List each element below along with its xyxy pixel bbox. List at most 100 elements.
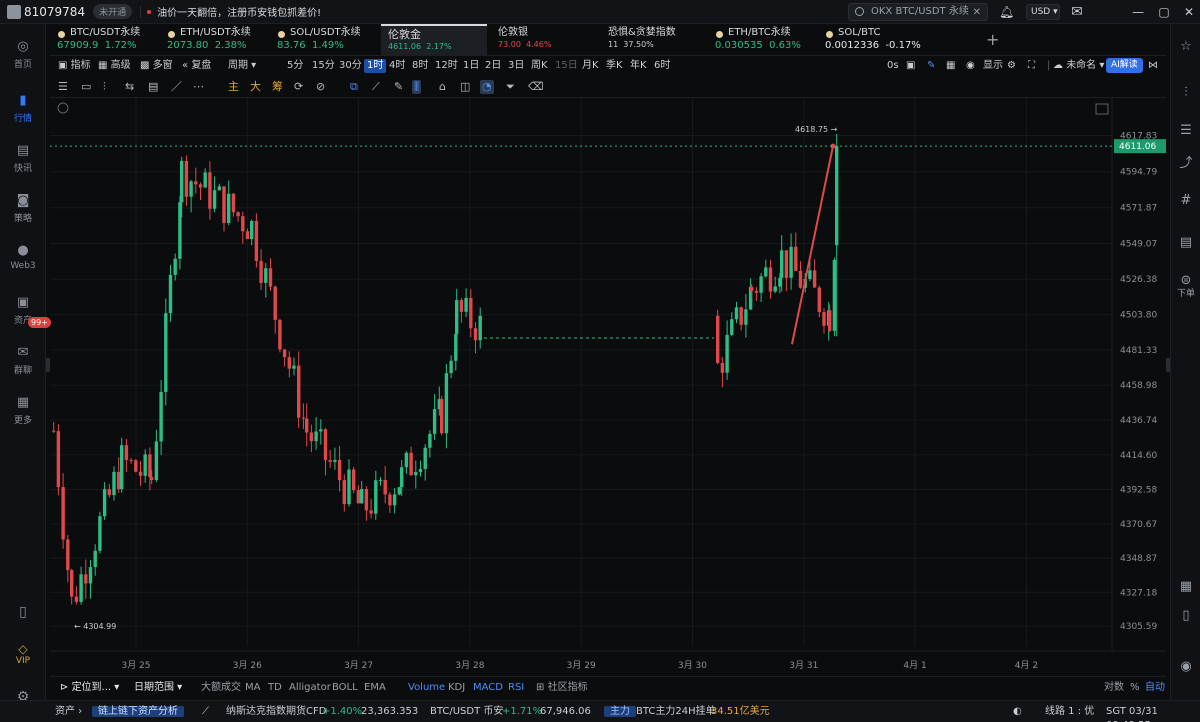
share-icon[interactable]: ⋈ xyxy=(1148,59,1158,73)
compare-icon[interactable]: ⇆ xyxy=(125,80,134,94)
percent-scale-toggle[interactable]: % xyxy=(1130,681,1140,695)
refresh-icon[interactable]: ⟳ xyxy=(294,80,303,94)
interval-30m[interactable]: 30分 xyxy=(339,59,362,73)
indicators-button[interactable]: ▣ 指标 xyxy=(58,59,91,73)
main-indicator-button[interactable]: 主 xyxy=(228,80,239,94)
offchain-analysis-button[interactable]: 链上链下资产分析 xyxy=(92,705,184,719)
ticker-tab-solbtc[interactable]: SOL/BTC 0.0012336 -0.17% xyxy=(818,24,928,55)
list-icon[interactable]: ☰ xyxy=(1171,124,1200,138)
nav-home[interactable]: ◎ 首页 xyxy=(0,40,46,71)
brush-icon[interactable]: ✎ xyxy=(394,80,403,94)
more-icon[interactable]: ⋯ xyxy=(193,80,204,94)
interval-15d[interactable]: 15日 xyxy=(555,59,578,73)
pencil-icon[interactable]: ✎ xyxy=(927,59,935,73)
add-tab-icon[interactable]: + xyxy=(986,30,999,49)
support-bot-icon[interactable]: ◉ xyxy=(1171,660,1200,674)
interval-year[interactable]: 年K xyxy=(630,59,647,73)
mail-icon[interactable]: ✉ xyxy=(1070,5,1084,19)
interval-5m[interactable]: 5分 xyxy=(287,59,303,73)
interval-quarter[interactable]: 季K xyxy=(606,59,623,73)
indicator-boll[interactable]: BOLL xyxy=(332,681,358,695)
btc-name[interactable]: BTC/USDT 币安 xyxy=(430,705,503,719)
clear-icon[interactable]: ✕ xyxy=(973,5,981,21)
no-symbol-icon[interactable]: ⊘ xyxy=(316,80,325,94)
replay-button[interactable]: « 复盘 xyxy=(182,59,211,73)
interval-1h[interactable]: 1时 xyxy=(364,59,387,73)
sub-indicator-rsi[interactable]: RSI xyxy=(508,681,524,695)
avatar[interactable] xyxy=(7,5,21,19)
document-icon[interactable]: ▯ xyxy=(1171,609,1200,623)
interval-2d[interactable]: 2日 xyxy=(485,59,501,73)
nasdaq-name[interactable]: 纳斯达克指数期货CFD xyxy=(226,705,326,719)
layout-icon[interactable]: ▦ xyxy=(946,59,955,73)
cursor-icon[interactable]: ⧉ xyxy=(350,80,358,94)
indicator-alligator[interactable]: Alligator xyxy=(289,681,331,695)
vip-button[interactable]: ◇ VIP xyxy=(0,642,46,666)
account-status-badge[interactable]: 未开通 xyxy=(93,4,133,19)
nav-web3[interactable]: ● Web3 xyxy=(0,244,46,272)
trash-icon[interactable]: ⌫ xyxy=(528,80,544,94)
interval-4h[interactable]: 4时 xyxy=(389,59,405,73)
ruler-icon[interactable]: ⟋ xyxy=(372,80,380,94)
trendline-icon[interactable]: ／ xyxy=(171,80,182,94)
candle-type-icon[interactable]: ⫶ xyxy=(103,80,106,94)
interval-1d[interactable]: 1日 xyxy=(463,59,479,73)
indicator-ema[interactable]: EMA xyxy=(364,681,386,695)
maximize-icon[interactable]: ▢ xyxy=(1157,5,1171,19)
auto-scale-toggle[interactable]: 自动 xyxy=(1145,681,1165,695)
candlestick-chart[interactable]: 4617.83 4594.79 4571.87 4549.07 4526.38 4503.… xyxy=(50,98,1166,676)
interval-15m[interactable]: 15分 xyxy=(312,59,335,73)
nav-strategy[interactable]: ◙ 策略 xyxy=(0,194,46,225)
nav-news[interactable]: ▤ 快讯 xyxy=(0,144,46,175)
nav-chat[interactable]: ✉ 群聊 xyxy=(0,346,46,377)
log-scale-toggle[interactable]: 对数 xyxy=(1104,681,1124,695)
big-trade-button[interactable]: 大 xyxy=(250,80,261,94)
bell-icon[interactable]: 🔔︎ xyxy=(999,5,1014,19)
sub-indicator-volume[interactable]: Volume xyxy=(408,681,445,695)
indicator-big-trades[interactable]: 大额成交 xyxy=(201,681,241,695)
interval-12h[interactable]: 12时 xyxy=(435,59,458,73)
ticker-tab-sol[interactable]: SOL/USDT永续 83.76 1.49% xyxy=(270,24,375,55)
star-icon[interactable]: ☆ xyxy=(1171,40,1200,54)
indicator-td[interactable]: TD xyxy=(268,681,282,695)
user-id[interactable]: 81079784 xyxy=(24,5,85,19)
interval-6h[interactable]: 6时 xyxy=(654,59,670,73)
candles-icon[interactable]: ⫶ xyxy=(1171,86,1200,100)
interval-3d[interactable]: 3日 xyxy=(508,59,524,73)
table-icon[interactable]: ▤ xyxy=(148,80,158,94)
calculator-icon[interactable]: ▦ xyxy=(1171,580,1200,594)
filter-icon[interactable]: ⏷ xyxy=(506,80,515,94)
chart-canvas[interactable]: 4617.834594.794571.874549.074526.384503.… xyxy=(50,98,1166,676)
locate-button[interactable]: ⊳ 定位到... ▾ xyxy=(60,681,119,695)
phone-icon[interactable]: ▯ xyxy=(0,604,46,620)
ai-interpret-button[interactable]: AI解读 xyxy=(1106,58,1143,73)
ticker-tab-gold[interactable]: 伦敦金 4611.06 2.17% xyxy=(381,24,487,55)
menu-icon[interactable]: ☰ xyxy=(58,80,68,94)
interval-8h[interactable]: 8时 xyxy=(412,59,428,73)
search-input[interactable]: OKX BTC/USDT 永续 ✕ xyxy=(848,3,988,21)
nav-markets[interactable]: ▮ 行情 xyxy=(0,94,46,125)
camera-icon[interactable]: ▣ xyxy=(906,59,915,73)
date-range-select[interactable]: 日期范围 ▾ xyxy=(134,681,182,695)
magnet-icon[interactable]: ⫼ xyxy=(412,80,422,94)
ticker-tab-silver[interactable]: 伦敦银 73.00 4.46% xyxy=(491,24,597,55)
period-select[interactable]: 周期 ▾ xyxy=(228,59,256,73)
ticker-tab-ethbtc[interactable]: ETH/BTC永续 0.030535 0.63% xyxy=(708,24,814,55)
hash-icon[interactable]: # xyxy=(1171,194,1200,208)
btc-main-orders[interactable]: BTC主力24H挂单 xyxy=(636,705,716,719)
visibility-icon[interactable]: ◫ xyxy=(460,80,470,94)
interval-week[interactable]: 周K xyxy=(531,59,548,73)
rect-icon[interactable]: ▭ xyxy=(81,80,91,94)
nav-more[interactable]: ▦ 更多 xyxy=(0,396,46,427)
news-banner[interactable]: 油价一天翻倍，注册币安钱包抓差价! xyxy=(157,4,321,19)
multi-window-button[interactable]: ▩ 多窗 xyxy=(140,59,173,73)
gear-icon[interactable]: ⚙ xyxy=(1007,59,1016,73)
table-icon[interactable]: ▤ xyxy=(1171,236,1200,250)
currency-select[interactable]: USD ▾ xyxy=(1026,4,1060,20)
trend-icon[interactable]: ⤴ xyxy=(1171,157,1200,171)
headset-icon[interactable]: ◐ xyxy=(1013,705,1022,719)
order-button[interactable]: ⊜ 下单 xyxy=(1171,274,1200,300)
chip-button[interactable]: 筹 xyxy=(272,80,283,94)
fullscreen-icon[interactable]: ⛶ xyxy=(1028,59,1035,73)
close-icon[interactable]: ✕ xyxy=(1182,5,1196,19)
